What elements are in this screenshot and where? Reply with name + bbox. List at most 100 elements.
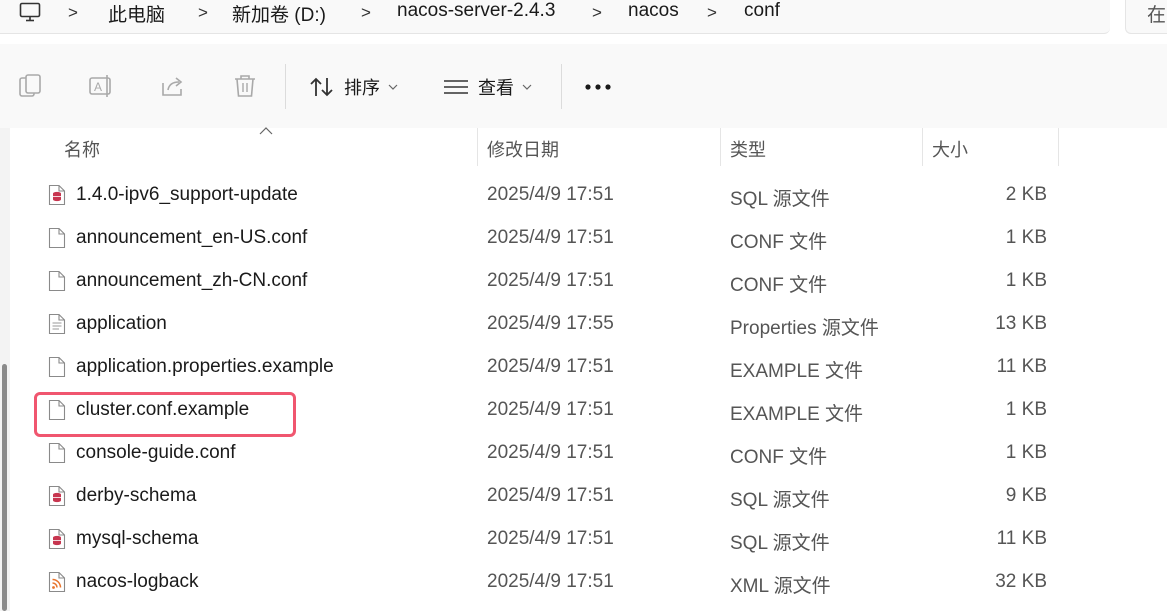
file-modified-date: 2025/4/9 17:51 [487, 528, 614, 549]
share-icon[interactable] [160, 73, 186, 99]
file-type: CONF 文件 [730, 447, 828, 468]
file-modified-date: 2025/4/9 17:55 [487, 313, 614, 334]
more-icon[interactable] [584, 82, 612, 92]
file-name: mysql-schema [76, 528, 199, 549]
delete-icon[interactable] [232, 73, 258, 99]
chevron-down-icon [522, 84, 532, 90]
file-modified-date: 2025/4/9 17:51 [487, 184, 614, 205]
file-modified-date: 2025/4/9 17:51 [487, 571, 614, 592]
breadcrumb-item-nacos-server[interactable]: nacos-server-2.4.3 [397, 0, 555, 22]
sql-file-icon [48, 485, 66, 507]
file-modified-date: 2025/4/9 17:51 [487, 399, 614, 420]
file-row[interactable]: derby-schema 2025/4/9 17:51 SQL 源文件 9 KB [30, 476, 1060, 519]
file-name: announcement_zh-CN.conf [76, 270, 308, 291]
computer-icon[interactable] [19, 2, 41, 22]
file-name: application.properties.example [76, 356, 334, 377]
file-size: 11 KB [996, 528, 1047, 549]
file-row[interactable]: console-guide.conf 2025/4/9 17:51 CONF 文件 1… [30, 433, 1060, 476]
toolbar-divider [285, 64, 286, 109]
column-divider[interactable] [1058, 128, 1059, 166]
sql-file-icon [48, 184, 66, 206]
file-icon [48, 227, 66, 249]
file-name: application [76, 313, 167, 334]
file-size: 9 KB [1005, 485, 1047, 506]
scrollbar-thumb[interactable] [2, 364, 7, 611]
breadcrumb-item-this-pc[interactable]: 此电脑 [108, 0, 165, 27]
file-name: console-guide.conf [76, 442, 236, 463]
file-row[interactable]: application 2025/4/9 17:55 Properties 源文件 1… [30, 304, 1060, 347]
view-button[interactable]: 查看 [443, 72, 532, 102]
file-modified-date: 2025/4/9 17:51 [487, 227, 614, 248]
highlight-box [34, 392, 296, 437]
breadcrumb-item-drive[interactable]: 新加卷 (D:) [232, 0, 326, 27]
file-row[interactable]: nacos-logback 2025/4/9 17:51 XML 源文件 32 KB [30, 562, 1060, 605]
view-list-icon [444, 80, 468, 94]
file-type: SQL 源文件 [730, 189, 830, 210]
view-label: 查看 [478, 78, 514, 98]
file-icon [48, 442, 66, 464]
file-type: SQL 源文件 [730, 533, 830, 554]
file-type: CONF 文件 [730, 232, 828, 253]
sort-ascending-caret-icon [259, 127, 273, 135]
breadcrumb-separator[interactable]: > [707, 3, 717, 23]
sort-icon [310, 77, 333, 97]
file-modified-date: 2025/4/9 17:51 [487, 356, 614, 377]
scrollbar-track[interactable] [0, 128, 10, 611]
search-box[interactable]: 在 [1125, 0, 1167, 34]
column-divider[interactable] [477, 128, 478, 166]
breadcrumb-separator[interactable]: > [198, 3, 208, 23]
file-type: Properties 源文件 [730, 318, 879, 339]
file-type: EXAMPLE 文件 [730, 404, 864, 425]
column-header-type[interactable]: 类型 [730, 136, 766, 162]
column-header-name[interactable]: 名称 [64, 136, 100, 162]
file-modified-date: 2025/4/9 17:51 [487, 270, 614, 291]
column-header-modified[interactable]: 修改日期 [487, 136, 559, 162]
file-name: derby-schema [76, 485, 197, 506]
file-size: 32 KB [995, 571, 1047, 592]
svg-text:A: A [94, 80, 102, 94]
file-row[interactable]: application.properties.example 2025/4/9 1… [30, 347, 1060, 390]
column-divider[interactable] [922, 128, 923, 166]
text-file-icon [48, 313, 66, 335]
file-size: 1 KB [1005, 399, 1047, 420]
file-type: SQL 源文件 [730, 490, 830, 511]
rename-icon[interactable]: A [88, 73, 114, 99]
file-icon [48, 270, 66, 292]
file-type: CONF 文件 [730, 275, 828, 296]
address-bar[interactable]: > 此电脑 > 新加卷 (D:) > nacos-server-2.4.3 > … [0, 0, 1110, 34]
file-type: XML 源文件 [730, 576, 831, 597]
file-modified-date: 2025/4/9 17:51 [487, 442, 614, 463]
column-header-size[interactable]: 大小 [932, 136, 968, 162]
file-size: 1 KB [1005, 270, 1047, 291]
column-divider[interactable] [720, 128, 721, 166]
chevron-down-icon [388, 84, 398, 90]
file-size: 13 KB [995, 313, 1047, 334]
file-size: 11 KB [996, 356, 1047, 377]
search-placeholder: 在 [1147, 5, 1167, 26]
file-row[interactable]: 1.4.0-ipv6_support-update 2025/4/9 17:51 S… [30, 175, 1060, 218]
toolbar-divider [561, 64, 562, 109]
file-type: EXAMPLE 文件 [730, 361, 864, 382]
command-bar: A 排序 查看 [0, 44, 1167, 129]
breadcrumb-separator[interactable]: > [68, 3, 78, 23]
file-name: nacos-logback [76, 571, 199, 592]
breadcrumb-item-conf[interactable]: conf [744, 0, 780, 22]
file-name: announcement_en-US.conf [76, 227, 308, 248]
file-name: 1.4.0-ipv6_support-update [76, 184, 298, 205]
xml-file-icon [48, 571, 66, 593]
file-size: 1 KB [1005, 227, 1047, 248]
file-modified-date: 2025/4/9 17:51 [487, 485, 614, 506]
sql-file-icon [48, 528, 66, 550]
file-size: 2 KB [1005, 184, 1047, 205]
file-row[interactable]: announcement_en-US.conf 2025/4/9 17:51 CON… [30, 218, 1060, 261]
file-icon [48, 356, 66, 378]
breadcrumb-separator[interactable]: > [361, 3, 371, 23]
file-row[interactable]: announcement_zh-CN.conf 2025/4/9 17:51 CON… [30, 261, 1060, 304]
breadcrumb-item-nacos[interactable]: nacos [628, 0, 679, 22]
file-row[interactable]: mysql-schema 2025/4/9 17:51 SQL 源文件 11 KB [30, 519, 1060, 562]
copy-icon[interactable] [17, 73, 43, 99]
sort-label: 排序 [344, 78, 380, 98]
sort-button[interactable]: 排序 [309, 72, 398, 102]
file-size: 1 KB [1005, 442, 1047, 463]
breadcrumb-separator[interactable]: > [592, 3, 602, 23]
